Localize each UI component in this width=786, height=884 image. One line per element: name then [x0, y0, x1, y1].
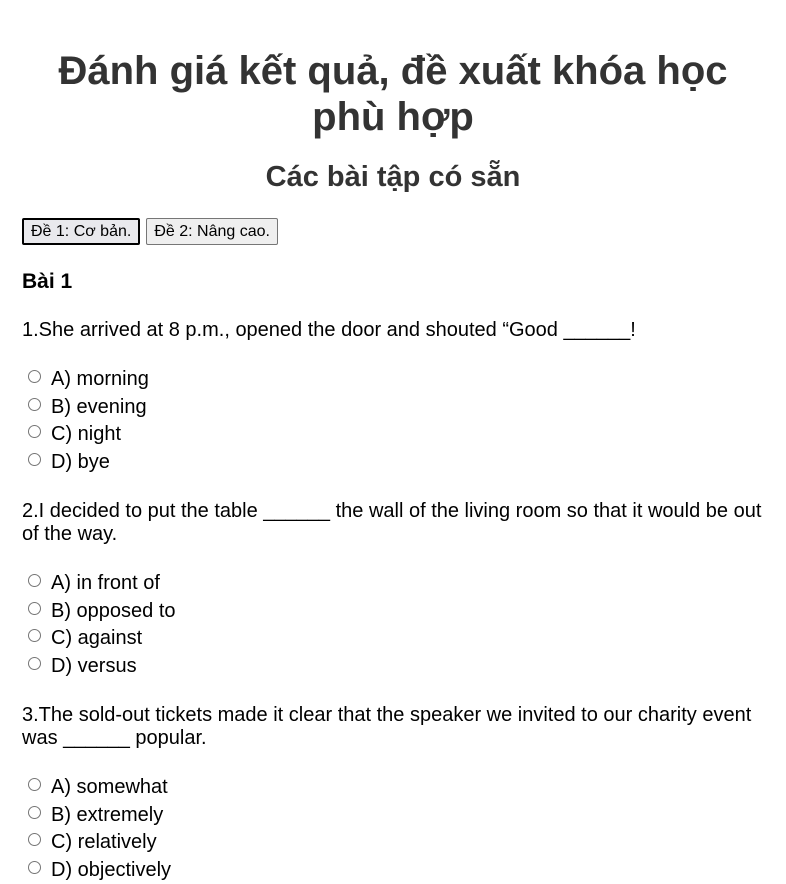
exam-tabs: Đề 1: Cơ bản. Đề 2: Nâng cao. [22, 218, 764, 245]
page-subtitle: Các bài tập có sẵn [22, 160, 764, 194]
radio-button[interactable] [28, 370, 41, 383]
option-label: D) bye [51, 451, 110, 474]
answer-options: A) morning B) evening C) night D) bye [22, 366, 764, 476]
radio-button[interactable] [28, 833, 41, 846]
radio-button[interactable] [28, 574, 41, 587]
question-1: 1.She arrived at 8 p.m., opened the door… [22, 319, 764, 476]
tab-basic[interactable]: Đề 1: Cơ bản. [22, 218, 140, 245]
option-d[interactable]: D) bye [22, 449, 764, 477]
answer-options: A) in front of B) opposed to C) against … [22, 570, 764, 680]
radio-button[interactable] [28, 629, 41, 642]
option-b[interactable]: B) extremely [22, 802, 764, 830]
option-a[interactable]: A) in front of [22, 570, 764, 598]
option-label: C) relatively [51, 831, 157, 854]
question-3: 3.The sold-out tickets made it clear tha… [22, 704, 764, 884]
option-c[interactable]: C) against [22, 625, 764, 653]
question-text: 3.The sold-out tickets made it clear tha… [22, 704, 764, 750]
option-label: A) in front of [51, 572, 160, 595]
radio-button[interactable] [28, 806, 41, 819]
option-label: B) evening [51, 396, 147, 419]
option-label: C) night [51, 423, 121, 446]
radio-button[interactable] [28, 453, 41, 466]
page-title: Đánh giá kết quả, đề xuất khóa học phù h… [22, 0, 764, 140]
answer-options: A) somewhat B) extremely C) relatively D… [22, 774, 764, 884]
option-d[interactable]: D) objectively [22, 857, 764, 884]
option-b[interactable]: B) opposed to [22, 598, 764, 626]
radio-button[interactable] [28, 778, 41, 791]
option-label: A) morning [51, 368, 149, 391]
option-a[interactable]: A) somewhat [22, 774, 764, 802]
option-label: B) extremely [51, 804, 163, 827]
question-text: 2.I decided to put the table ______ the … [22, 500, 764, 546]
radio-button[interactable] [28, 602, 41, 615]
option-label: C) against [51, 627, 142, 650]
option-c[interactable]: C) night [22, 421, 764, 449]
question-text: 1.She arrived at 8 p.m., opened the door… [22, 319, 764, 342]
option-a[interactable]: A) morning [22, 366, 764, 394]
option-label: A) somewhat [51, 776, 168, 799]
radio-button[interactable] [28, 657, 41, 670]
radio-button[interactable] [28, 398, 41, 411]
option-label: B) opposed to [51, 600, 176, 623]
page: Đánh giá kết quả, đề xuất khóa học phù h… [0, 0, 786, 884]
option-label: D) objectively [51, 859, 171, 882]
radio-button[interactable] [28, 861, 41, 874]
option-b[interactable]: B) evening [22, 394, 764, 422]
tab-advanced[interactable]: Đề 2: Nâng cao. [146, 218, 278, 245]
exercise-title: Bài 1 [22, 269, 764, 295]
option-label: D) versus [51, 655, 137, 678]
option-c[interactable]: C) relatively [22, 829, 764, 857]
question-2: 2.I decided to put the table ______ the … [22, 500, 764, 680]
option-d[interactable]: D) versus [22, 653, 764, 681]
radio-button[interactable] [28, 425, 41, 438]
